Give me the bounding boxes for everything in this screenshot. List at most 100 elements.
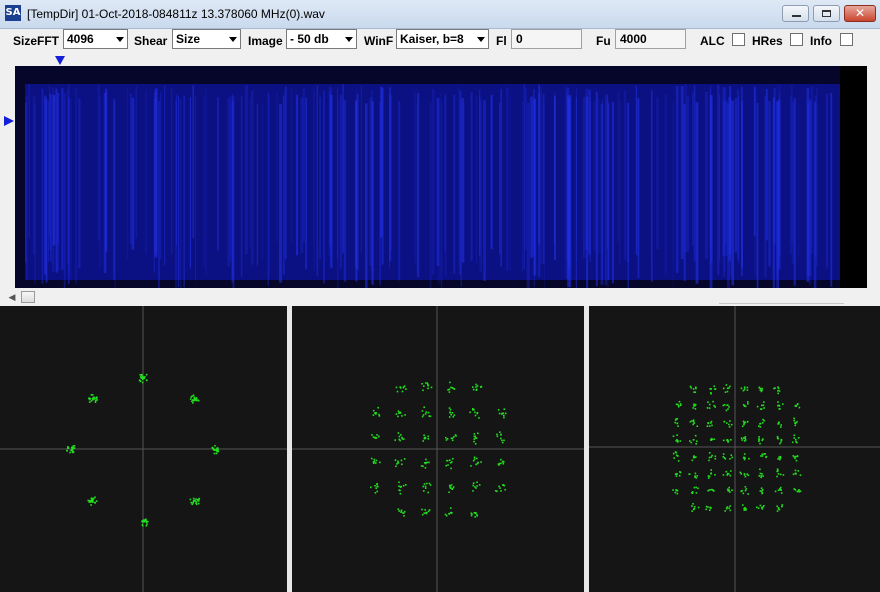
constellation-point [67,447,69,449]
constellation-point [423,512,426,514]
constellation-point [795,459,798,462]
constellation-point [727,408,729,410]
minimize-button[interactable] [782,5,809,22]
spectral-line [623,90,627,261]
constellation-point [722,387,725,390]
constellation-point [672,452,675,455]
constellation-point [691,492,694,494]
shear-select[interactable]: Size [172,29,241,49]
constellation-point [448,391,451,393]
spectrogram[interactable] [15,66,867,288]
constellation-point [690,387,692,389]
constellation-point [425,458,427,461]
constellation-point [399,411,401,414]
spectral-line [74,88,78,284]
constellation-point [402,438,405,440]
constellation-point [692,388,695,390]
alc-label: ALC [700,34,725,48]
constellation-point [690,441,693,444]
info-checkbox[interactable] [840,33,853,46]
spectral-line [768,101,771,267]
horizontal-scrollbar[interactable]: ◀ [7,290,873,304]
constellation-point [422,440,424,442]
spectral-line [716,84,720,275]
fl-input[interactable]: 0 [511,29,582,49]
spectral-line [530,96,533,258]
spectral-line [171,88,173,255]
constellation-point [760,388,762,390]
scroll-thumb[interactable] [21,291,35,303]
constellation-point [762,418,764,421]
constellation-point [472,459,475,462]
constellation-point [372,414,375,416]
constellation-point [676,454,678,457]
constellation-point [672,489,674,491]
constellation-point [672,435,675,437]
constellation-point [797,437,800,439]
constellation-point [424,509,426,511]
chevron-left-icon[interactable]: ◀ [7,290,17,304]
constellation-point [448,416,451,418]
constellation-point [474,516,476,518]
constellation-point [475,389,478,391]
spectral-line [542,94,545,264]
close-button[interactable]: ✕ [844,5,876,22]
constellation-point [758,439,761,441]
alc-checkbox[interactable] [732,33,745,46]
constellation-point [502,462,505,465]
constellation-point [476,457,478,460]
constellation-point [757,507,760,509]
constellation-point [695,456,697,458]
constellation-point [197,399,200,402]
constellation-point [777,392,779,395]
constellation-point [401,415,403,417]
spectral-line [737,96,740,263]
divider [719,303,844,304]
constellation-point [476,514,478,516]
spectral-line [500,88,502,267]
constellation-point [469,411,471,414]
constellation-point [776,475,778,478]
constellation-point [714,388,716,390]
spectral-line [429,102,432,288]
constellation-point [453,414,456,416]
constellation-point [745,488,747,490]
constellation-point [763,453,765,455]
hres-checkbox[interactable] [790,33,803,46]
spectral-line [164,85,166,266]
constellation-point [444,513,447,516]
constellation-point [740,437,743,439]
constellation-point [448,512,450,515]
spectral-line [379,102,381,286]
maximize-button[interactable] [813,5,840,22]
frequency-marker-icon[interactable] [55,56,65,65]
constellation-point [679,471,681,473]
constellation-point [675,403,678,406]
image-select[interactable]: - 50 db [286,29,357,49]
constellation-point [675,489,677,491]
constellation-point [743,405,746,407]
spectral-line [63,93,66,288]
constellation-point [376,490,378,493]
constellation-point [471,513,473,515]
winf-label: WinF [364,34,394,48]
constellation-point [421,508,423,511]
constellation-point [395,465,397,468]
sizefft-select[interactable]: 4096 [63,29,128,49]
constellation-point [497,463,500,466]
constellation-point [726,506,729,508]
constellation-point [744,436,747,438]
winf-select[interactable]: Kaiser, b=8 [396,29,489,49]
constellation-point [726,422,728,424]
spectral-line [719,94,721,261]
constellation-point [189,498,192,501]
constellation-point [446,438,449,440]
fu-input[interactable]: 4000 [615,29,686,49]
spectral-line [664,93,668,276]
constellation-point [777,489,780,491]
time-marker-icon[interactable] [4,116,14,126]
constellation-point [744,489,747,492]
constellation-point [404,414,406,416]
constellation-point [708,425,711,427]
spectral-line [129,93,132,245]
